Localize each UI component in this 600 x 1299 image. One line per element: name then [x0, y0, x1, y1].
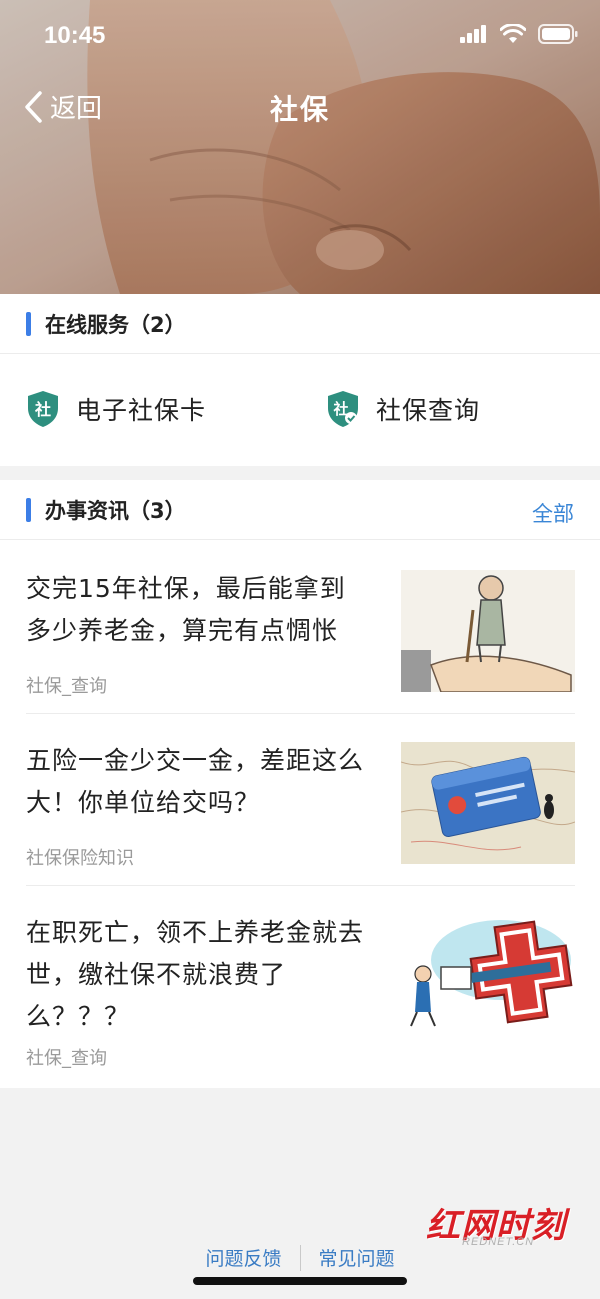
shield-she-icon: 社: [26, 390, 60, 428]
news-header: 办事资讯（3） 全部: [0, 480, 600, 540]
view-all-link[interactable]: 全部: [532, 498, 574, 528]
online-services-title: 在线服务（2）: [45, 312, 186, 337]
elderly-man-on-hand-illustration: [401, 570, 575, 692]
status-time: 10:45: [44, 22, 106, 49]
home-indicator[interactable]: [193, 1277, 407, 1285]
status-icons: [460, 24, 578, 44]
section-accent-bar: [26, 498, 31, 522]
medical-cross-cartoon: [401, 912, 575, 1034]
news-item[interactable]: 交完15年社保，最后能拿到多少养老金，算完有点惆怅 社保_查询: [26, 552, 575, 714]
news-item-source: 社保_查询: [26, 676, 107, 697]
news-item-source: 社保保险知识: [26, 848, 134, 869]
service-label: 电子社保卡: [76, 396, 207, 425]
news-thumbnail: [401, 570, 575, 692]
news-item-title: 在职死亡，领不上养老金就去世，缴社保不就浪费了么？？？: [26, 918, 365, 1031]
news-title: 办事资讯（3）: [45, 498, 186, 523]
news-item-title: 五险一金少交一金，差距这么大！你单位给交吗？: [26, 746, 365, 817]
wifi-icon: [500, 24, 526, 43]
watermark-domain: REDNET.CN: [462, 1236, 535, 1248]
news-thumbnail: [401, 912, 575, 1034]
cellular-signal-icon: [460, 25, 486, 43]
faq-link[interactable]: 常见问题: [301, 1244, 413, 1271]
social-security-card-on-map: [401, 742, 575, 864]
news-item-source: 社保_查询: [26, 1048, 107, 1069]
battery-icon: [538, 24, 578, 44]
status-bar: 10:45: [0, 0, 600, 72]
service-label: 社保查询: [376, 396, 481, 425]
svg-text:社: 社: [34, 400, 51, 419]
news-item[interactable]: 五险一金少交一金，差距这么大！你单位给交吗？ 社保保险知识: [26, 714, 575, 886]
page-title: 社保: [269, 93, 330, 126]
hero-banner: 10:45 返回 社保: [0, 0, 600, 294]
online-services-section: 在线服务（2） 社 电子社保卡 社 社保查询: [0, 294, 600, 466]
rednet-watermark: 红网时刻 REDNET.CN: [426, 1198, 586, 1254]
news-item-title: 交完15年社保，最后能拿到多少养老金，算完有点惆怅: [26, 574, 346, 645]
service-ss-query[interactable]: 社 社保查询: [326, 354, 480, 464]
feedback-link[interactable]: 问题反馈: [187, 1244, 299, 1271]
news-thumbnail: [401, 742, 575, 864]
online-services-header: 在线服务（2）: [0, 294, 600, 354]
news-section: 办事资讯（3） 全部 交完15年社保，最后能拿到多少养老金，算完有点惆怅 社保_…: [0, 480, 600, 1088]
service-e-ss-card[interactable]: 社 电子社保卡: [26, 354, 206, 464]
services-list: 社 电子社保卡 社 社保查询: [0, 354, 600, 464]
news-item[interactable]: 在职死亡，领不上养老金就去世，缴社保不就浪费了么？？？ 社保_查询: [26, 886, 575, 1088]
section-accent-bar: [26, 312, 31, 336]
shield-she-check-icon: 社: [326, 390, 360, 428]
